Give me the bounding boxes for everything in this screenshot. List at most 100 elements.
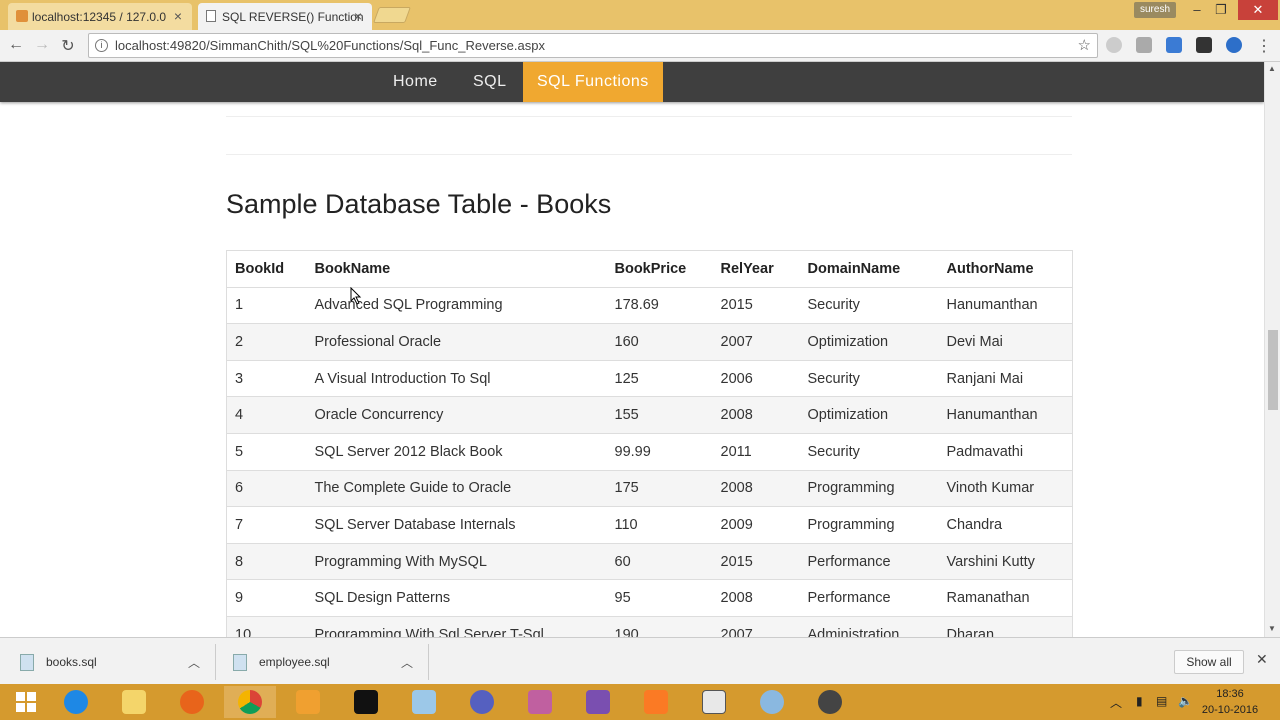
paint-icon <box>760 690 784 714</box>
minimize-icon[interactable]: – <box>1184 0 1210 20</box>
table-cell: SQL Server 2012 Black Book <box>306 432 607 471</box>
site-navbar: Home SQL SQL Functions <box>0 62 1264 102</box>
user-profile-badge[interactable]: suresh <box>1134 2 1176 18</box>
column-header: BookName <box>314 260 391 277</box>
table-cell: 2007 <box>712 615 800 637</box>
infinity-app-icon <box>470 690 494 714</box>
volume-icon[interactable]: 🔈 <box>1178 694 1193 708</box>
battery-icon[interactable]: ▮ <box>1136 694 1143 708</box>
notepad-icon <box>412 690 436 714</box>
window-app-icon <box>702 690 726 714</box>
table-cell: 7 <box>226 506 307 544</box>
restore-icon[interactable]: ❐ <box>1208 0 1234 20</box>
page-heading: Sample Database Table - Books <box>226 189 612 219</box>
tab-close-icon[interactable]: × <box>174 8 182 24</box>
taskbar-clock[interactable]: 18:36 20-10-2016 <box>1200 686 1260 718</box>
table-cell: Security <box>799 286 939 324</box>
scroll-thumb[interactable] <box>1268 330 1278 410</box>
downloads-close-icon[interactable]: ✕ <box>1256 651 1268 668</box>
taskbar-video[interactable] <box>804 686 856 718</box>
table-cell: The Complete Guide to Oracle <box>306 469 607 507</box>
extension-chart-icon[interactable] <box>1166 37 1182 53</box>
extension-m-icon[interactable] <box>1196 37 1212 53</box>
url-field[interactable]: i localhost:49820/SimmanChith/SQL%20Func… <box>88 33 1098 58</box>
info-icon[interactable]: i <box>95 39 108 52</box>
phpmyadmin-favicon-icon <box>16 10 28 22</box>
page-favicon-icon <box>206 10 216 22</box>
taskbar-explorer[interactable] <box>108 686 160 718</box>
tab-close-icon[interactable]: × <box>354 8 362 24</box>
table-cell: 99.99 <box>606 432 713 471</box>
download-item-books[interactable]: books.sql ︿ <box>20 646 210 678</box>
window-close-icon[interactable]: ✕ <box>1238 0 1278 20</box>
table-cell: Administration <box>799 615 939 637</box>
table-cell: Oracle Concurrency <box>306 396 607 434</box>
extension-cloud-icon[interactable] <box>1106 37 1122 53</box>
tray-expand-icon[interactable]: ︿ <box>1110 694 1122 711</box>
table-cell: 9 <box>226 579 307 617</box>
table-cell: Hanumanthan <box>938 286 1073 324</box>
taskbar-xampp[interactable] <box>630 686 682 718</box>
video-app-icon <box>818 690 842 714</box>
table-cell: 2009 <box>712 506 800 544</box>
show-all-button[interactable]: Show all <box>1174 650 1244 674</box>
taskbar-sql-server[interactable] <box>514 686 566 718</box>
vertical-scrollbar[interactable]: ▲ ▼ <box>1264 62 1280 637</box>
taskbar-ie[interactable] <box>50 686 102 718</box>
table-cell: 2008 <box>712 469 800 507</box>
table-cell: Dharan <box>938 615 1073 637</box>
new-tab-button[interactable] <box>373 7 411 23</box>
start-button[interactable] <box>0 686 52 718</box>
table-row: 10 Programming With Sql Server T-Sql 190 20… <box>226 615 1073 637</box>
taskbar-window[interactable] <box>688 686 740 718</box>
address-toolbar: ← → ↻ i localhost:49820/SimmanChith/SQL%… <box>0 30 1280 62</box>
url-text: localhost:49820/SimmanChith/SQL%20Functi… <box>115 38 545 53</box>
extension-gray-icon[interactable] <box>1136 37 1152 53</box>
folder-icon <box>122 690 146 714</box>
divider <box>226 154 1072 155</box>
table-cell: Ranjani Mai <box>938 359 1073 397</box>
extension-blue-icon[interactable] <box>1226 37 1242 53</box>
bookmark-star-icon[interactable]: ☆ <box>1078 34 1091 57</box>
table-cell: Performance <box>799 542 939 580</box>
scroll-up-icon[interactable]: ▲ <box>1268 64 1276 73</box>
taskbar-visual-studio[interactable] <box>572 686 624 718</box>
browser-tab-phpmyadmin[interactable]: localhost:12345 / 127.0.0 × <box>8 3 192 30</box>
taskbar-cmd[interactable] <box>340 686 392 718</box>
nav-sql[interactable]: SQL <box>473 62 507 102</box>
table-cell: Programming With Sql Server T-Sql <box>306 615 607 637</box>
books-table: BookId BookName BookPrice RelYear Domain… <box>226 250 1073 637</box>
table-cell: 1 <box>226 286 307 324</box>
taskbar-paint[interactable] <box>746 686 798 718</box>
chevron-up-icon[interactable]: ︿ <box>188 654 200 671</box>
taskbar-chrome[interactable] <box>224 686 276 718</box>
taskbar-notepad[interactable] <box>398 686 450 718</box>
taskbar-firefox[interactable] <box>166 686 218 718</box>
table-row: 4 Oracle Concurrency 155 2008 Optimization Ha… <box>226 396 1073 434</box>
browser-tab-sql-reverse[interactable]: SQL REVERSE() Function × <box>198 3 372 30</box>
download-item-employee[interactable]: employee.sql ︿ <box>233 646 423 678</box>
chevron-up-icon[interactable]: ︿ <box>401 654 413 671</box>
taskbar-media[interactable] <box>282 686 334 718</box>
table-cell: 6 <box>226 469 307 507</box>
reload-icon[interactable]: ↻ <box>58 36 78 56</box>
taskbar-infinity[interactable] <box>456 686 508 718</box>
table-cell: 8 <box>226 542 307 580</box>
chrome-menu-icon[interactable]: ⋮ <box>1254 36 1274 56</box>
table-cell: 2008 <box>712 579 800 617</box>
table-cell: 125 <box>606 359 713 397</box>
back-arrow-icon[interactable]: ← <box>6 36 26 54</box>
scroll-down-icon[interactable]: ▼ <box>1268 624 1276 633</box>
clock-time: 18:36 <box>1216 688 1244 700</box>
chrome-icon <box>238 690 262 714</box>
table-cell: 155 <box>606 396 713 434</box>
table-cell: Optimization <box>799 323 939 361</box>
table-cell: Optimization <box>799 396 939 434</box>
nav-sql-functions[interactable]: SQL Functions <box>523 62 663 102</box>
network-icon[interactable]: ▤ <box>1156 694 1167 708</box>
table-cell: Varshini Kutty <box>938 542 1073 580</box>
table-row: 7 SQL Server Database Internals 110 2009 Pro… <box>226 506 1073 544</box>
forward-arrow-icon[interactable]: → <box>32 36 52 54</box>
nav-home[interactable]: Home <box>393 62 438 102</box>
table-cell: Programming With MySQL <box>306 542 607 580</box>
